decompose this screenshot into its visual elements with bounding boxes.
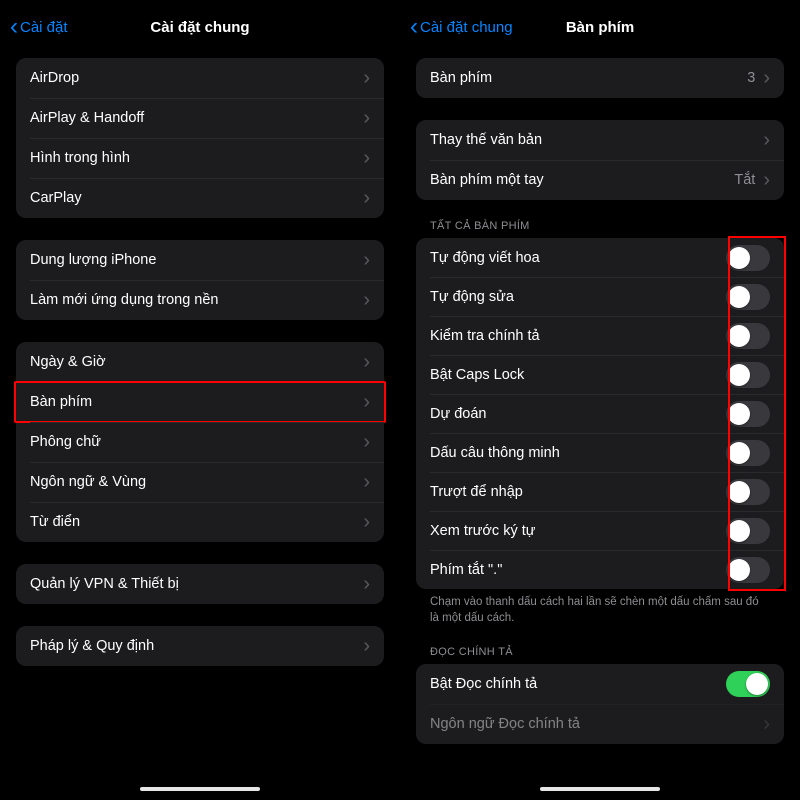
chevron-right-icon: ›: [363, 352, 370, 372]
chevron-right-icon: ›: [763, 170, 770, 190]
row-airdrop[interactable]: AirDrop ›: [16, 58, 384, 98]
group-dictation: Bật Đọc chính tả Ngôn ngữ Đọc chính tả ›: [416, 664, 784, 744]
row-enable-dictation[interactable]: Bật Đọc chính tả: [416, 664, 784, 704]
toggle-auto-correct[interactable]: [726, 284, 770, 310]
row-background-refresh[interactable]: Làm mới ứng dụng trong nền ›: [16, 280, 384, 320]
group-keyboards: Bàn phím 3 ›: [416, 58, 784, 98]
chevron-right-icon: ›: [763, 130, 770, 150]
scroll-left: AirDrop › AirPlay & Handoff › Hình trong…: [4, 50, 396, 796]
group-storage: Dung lượng iPhone › Làm mới ứng dụng tro…: [16, 240, 384, 320]
row-language-region[interactable]: Ngôn ngữ & Vùng ›: [16, 462, 384, 502]
chevron-right-icon: ›: [363, 148, 370, 168]
one-handed-value: Tắt: [734, 172, 755, 188]
row-character-preview[interactable]: Xem trước ký tự: [416, 511, 784, 550]
toggle-caps-lock[interactable]: [726, 362, 770, 388]
row-airplay-handoff[interactable]: AirPlay & Handoff ›: [16, 98, 384, 138]
chevron-left-icon: ‹: [410, 15, 418, 39]
row-dictation-languages[interactable]: Ngôn ngữ Đọc chính tả ›: [416, 704, 784, 744]
back-button-left[interactable]: ‹ Cài đặt: [10, 15, 68, 39]
chevron-left-icon: ‹: [10, 15, 18, 39]
group-text: Thay thế văn bản › Bàn phím một tay Tắt …: [416, 120, 784, 200]
footer-period: Chạm vào thanh dấu cách hai lần sẽ chèn …: [430, 595, 770, 626]
row-auto-capitalize[interactable]: Tự động viết hoa: [416, 238, 784, 277]
back-label: Cài đặt: [20, 19, 68, 36]
chevron-right-icon: ›: [363, 188, 370, 208]
row-fonts[interactable]: Phông chữ ›: [16, 422, 384, 462]
section-all-keyboards: TẤT CẢ BÀN PHÍM: [430, 220, 784, 232]
toggle-slide-to-type[interactable]: [726, 479, 770, 505]
section-dictation: ĐỌC CHÍNH TẢ: [430, 646, 784, 658]
group-all-keyboards: Tự động viết hoa Tự động sửa Kiểm tra ch…: [416, 238, 784, 589]
row-iphone-storage[interactable]: Dung lượng iPhone ›: [16, 240, 384, 280]
chevron-right-icon: ›: [363, 290, 370, 310]
keyboards-count: 3: [747, 70, 755, 86]
row-predictive[interactable]: Dự đoán: [416, 394, 784, 433]
toggle-enable-dictation[interactable]: [726, 671, 770, 697]
row-caps-lock[interactable]: Bật Caps Lock: [416, 355, 784, 394]
scroll-right: Bàn phím 3 › Thay thế văn bản › Bàn phím…: [404, 50, 796, 796]
chevron-right-icon: ›: [763, 714, 770, 734]
chevron-right-icon: ›: [363, 250, 370, 270]
page-title-left: Cài đặt chung: [150, 19, 249, 36]
back-label: Cài đặt chung: [420, 19, 513, 36]
row-carplay[interactable]: CarPlay ›: [16, 178, 384, 218]
group-locale: Ngày & Giờ › Bàn phím › Phông chữ › Ngôn…: [16, 342, 384, 542]
row-period-shortcut[interactable]: Phím tắt ".": [416, 550, 784, 589]
row-vpn-device[interactable]: Quản lý VPN & Thiết bị ›: [16, 564, 384, 604]
toggle-period-shortcut[interactable]: [726, 557, 770, 583]
group-vpn: Quản lý VPN & Thiết bị ›: [16, 564, 384, 604]
toggle-smart-punctuation[interactable]: [726, 440, 770, 466]
row-date-time[interactable]: Ngày & Giờ ›: [16, 342, 384, 382]
chevron-right-icon: ›: [363, 512, 370, 532]
row-smart-punctuation[interactable]: Dấu câu thông minh: [416, 433, 784, 472]
row-one-handed[interactable]: Bàn phím một tay Tắt ›: [416, 160, 784, 200]
chevron-right-icon: ›: [363, 432, 370, 452]
row-text-replacement[interactable]: Thay thế văn bản ›: [416, 120, 784, 160]
home-indicator[interactable]: [140, 787, 260, 791]
row-dictionary[interactable]: Từ điển ›: [16, 502, 384, 542]
toggle-spell-check[interactable]: [726, 323, 770, 349]
row-spell-check[interactable]: Kiểm tra chính tả: [416, 316, 784, 355]
phone-left: ‹ Cài đặt Cài đặt chung AirDrop › AirPla…: [4, 4, 396, 796]
chevron-right-icon: ›: [763, 68, 770, 88]
chevron-right-icon: ›: [363, 472, 370, 492]
group-legal: Pháp lý & Quy định ›: [16, 626, 384, 666]
chevron-right-icon: ›: [363, 68, 370, 88]
row-picture-in-picture[interactable]: Hình trong hình ›: [16, 138, 384, 178]
chevron-right-icon: ›: [363, 574, 370, 594]
row-keyboards[interactable]: Bàn phím 3 ›: [416, 58, 784, 98]
chevron-right-icon: ›: [363, 108, 370, 128]
row-slide-to-type[interactable]: Trượt để nhập: [416, 472, 784, 511]
phone-right: ‹ Cài đặt chung Bàn phím Bàn phím 3 › Th…: [404, 4, 796, 796]
row-auto-correct[interactable]: Tự động sửa: [416, 277, 784, 316]
home-indicator[interactable]: [540, 787, 660, 791]
toggle-predictive[interactable]: [726, 401, 770, 427]
row-legal[interactable]: Pháp lý & Quy định ›: [16, 626, 384, 666]
chevron-right-icon: ›: [363, 392, 370, 412]
navbar-left: ‹ Cài đặt Cài đặt chung: [4, 4, 396, 50]
page-title-right: Bàn phím: [566, 19, 634, 36]
toggle-auto-capitalize[interactable]: [726, 245, 770, 271]
chevron-right-icon: ›: [363, 636, 370, 656]
row-keyboard[interactable]: Bàn phím ›: [16, 382, 384, 422]
navbar-right: ‹ Cài đặt chung Bàn phím: [404, 4, 796, 50]
back-button-right[interactable]: ‹ Cài đặt chung: [410, 15, 513, 39]
group-connectivity: AirDrop › AirPlay & Handoff › Hình trong…: [16, 58, 384, 218]
toggle-character-preview[interactable]: [726, 518, 770, 544]
